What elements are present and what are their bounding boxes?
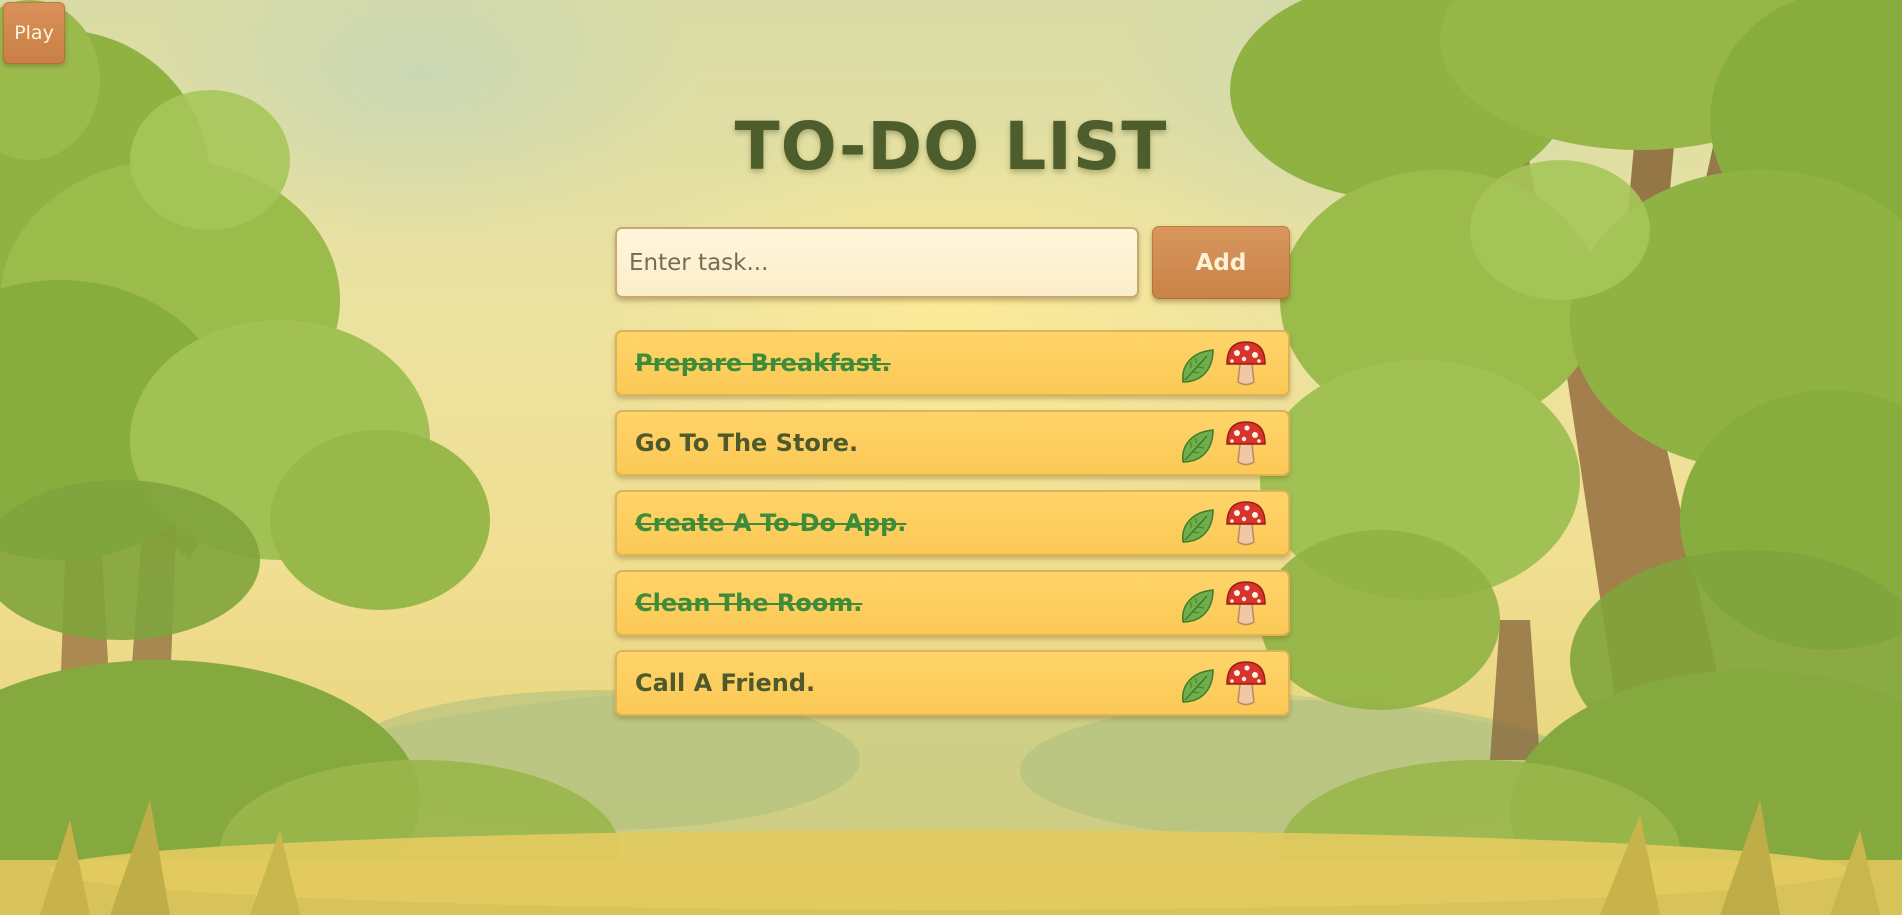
play-button-label: Play	[14, 22, 54, 44]
leaf-icon[interactable]	[1177, 506, 1217, 546]
task-text[interactable]: Prepare Breakfast.	[635, 332, 891, 394]
mushroom-icon[interactable]	[1225, 420, 1267, 468]
leaf-icon[interactable]	[1177, 346, 1217, 386]
task-input[interactable]	[615, 227, 1139, 298]
leaf-icon[interactable]	[1177, 666, 1217, 706]
task-item: Go To The Store.	[615, 410, 1290, 476]
task-list: Prepare Breakfast. Go To The Store. Crea…	[615, 330, 1290, 730]
task-text[interactable]: Go To The Store.	[635, 412, 858, 474]
add-button-label: Add	[1195, 249, 1247, 276]
mushroom-icon[interactable]	[1225, 580, 1267, 628]
task-item: Create A To-Do App.	[615, 490, 1290, 556]
leaf-icon[interactable]	[1177, 426, 1217, 466]
mushroom-icon[interactable]	[1225, 500, 1267, 548]
mushroom-icon[interactable]	[1225, 660, 1267, 708]
leaf-icon[interactable]	[1177, 586, 1217, 626]
task-item: Call A Friend.	[615, 650, 1290, 716]
task-item: Clean The Room.	[615, 570, 1290, 636]
play-button[interactable]: Play	[3, 2, 65, 64]
task-item: Prepare Breakfast.	[615, 330, 1290, 396]
page-title: TO-DO LIST	[734, 108, 1168, 185]
task-text[interactable]: Create A To-Do App.	[635, 492, 906, 554]
task-text[interactable]: Call A Friend.	[635, 652, 815, 714]
task-text[interactable]: Clean The Room.	[635, 572, 862, 634]
add-task-button[interactable]: Add	[1152, 226, 1290, 299]
mushroom-icon[interactable]	[1225, 340, 1267, 388]
